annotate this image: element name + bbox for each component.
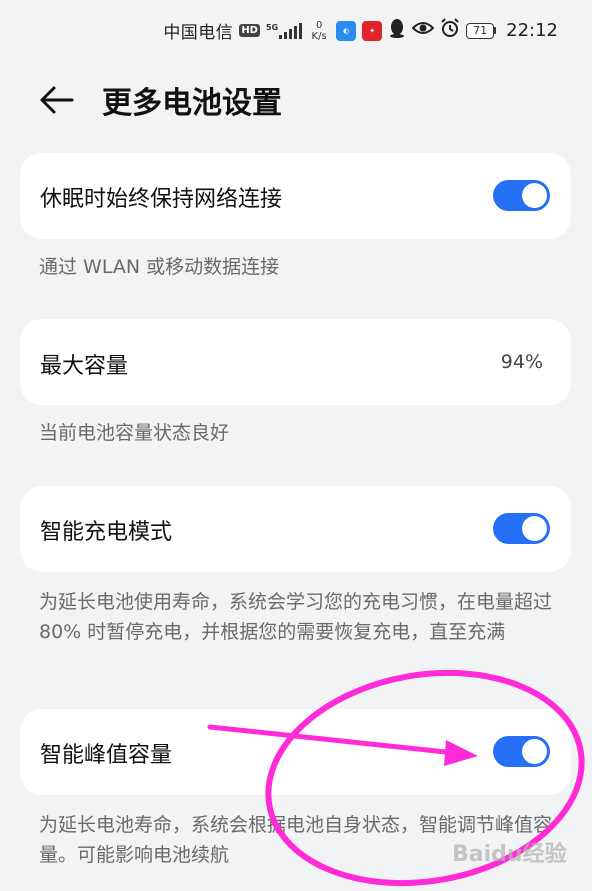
page-title: 更多电池设置 (102, 86, 282, 121)
alarm-icon (440, 18, 460, 43)
carrier-label: 中国电信 (163, 23, 234, 43)
smart-charging-toggle[interactable] (493, 513, 550, 544)
status-bar: 中国电信 HD 5G 0 K/s ◐ ✦ 71 22:12 (0, 0, 592, 64)
setting-max-capacity-card[interactable]: 最大容量 94% (20, 319, 571, 405)
max-capacity-value: 94% (500, 351, 543, 373)
setting-label: 最大容量 (40, 354, 129, 379)
setting-smart-charging-card[interactable]: 智能充电模式 (20, 486, 571, 572)
watermark: Baidu经验 (452, 842, 567, 867)
network-speed: 0 K/s (311, 19, 327, 42)
setting-peak-capacity-card[interactable]: 智能峰值容量 (20, 709, 571, 795)
peak-capacity-toggle[interactable] (493, 736, 550, 767)
signal-icon: 5G (266, 22, 303, 39)
setting-description: 通过 WLAN 或移动数据连接 (39, 256, 280, 278)
setting-label: 智能峰值容量 (40, 743, 173, 768)
eye-icon (411, 20, 435, 41)
battery-icon: 71 (466, 22, 497, 39)
hd-badge: HD (239, 24, 260, 37)
arrow-left-icon (40, 86, 74, 114)
qq-penguin-icon (388, 18, 406, 43)
back-button[interactable] (38, 82, 78, 118)
setting-label: 休眠时始终保持网络连接 (40, 187, 283, 212)
setting-description: 为延长电池使用寿命，系统会学习您的充电习惯，在电量超过 80% 时暂停充电，并根… (39, 591, 553, 643)
setting-keep-network-card[interactable]: 休眠时始终保持网络连接 (20, 153, 571, 239)
clock: 22:12 (506, 20, 558, 41)
setting-description: 当前电池容量状态良好 (39, 422, 230, 444)
app-badge-red-icon: ✦ (362, 20, 383, 41)
page-header: 更多电池设置 (0, 72, 592, 128)
app-badge-blue-icon: ◐ (336, 20, 357, 41)
setting-label: 智能充电模式 (40, 520, 173, 545)
keep-network-toggle[interactable] (493, 180, 550, 211)
